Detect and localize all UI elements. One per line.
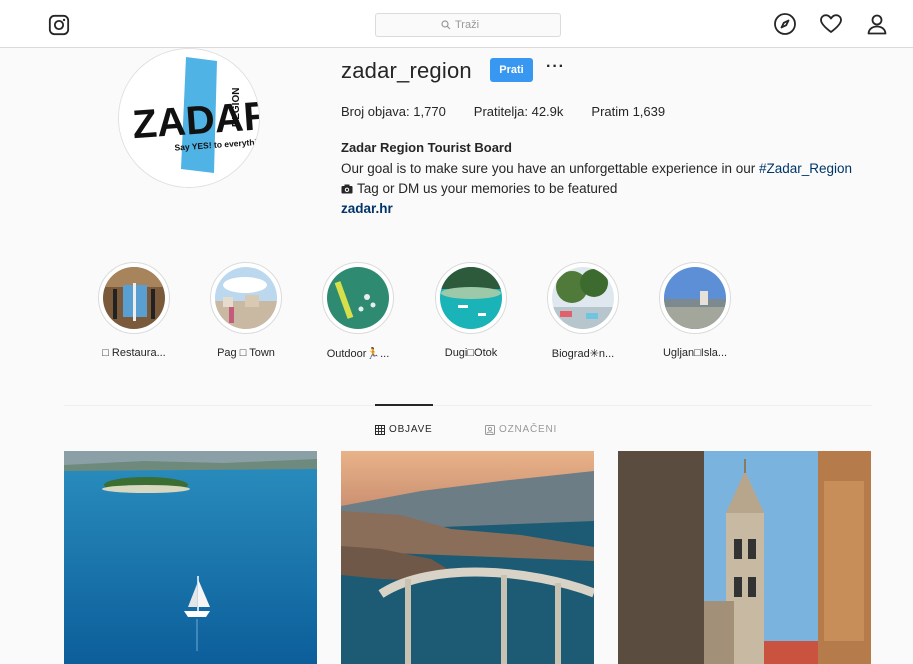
- highlight-cover: [103, 267, 165, 329]
- bio-description-text: Our goal is to make sure you have an unf…: [341, 161, 759, 176]
- highlight-label: Ugljan□Isla...: [662, 347, 728, 359]
- highlight-ugljan[interactable]: Ugljan□Isla...: [650, 262, 740, 359]
- profile-stats: Broj objava: 1,770 Pratitelja: 42.9k Pra…: [341, 104, 693, 119]
- tab-posts-label: OBJAVE: [389, 424, 433, 435]
- highlight-restaurants[interactable]: □ Restaura...: [89, 262, 179, 359]
- highlight-cover: [552, 267, 614, 329]
- followers-count[interactable]: Pratitelja: 42.9k: [474, 104, 564, 119]
- post-thumbnail[interactable]: [341, 451, 594, 664]
- highlight-ring: [210, 262, 282, 334]
- highlight-cover: [327, 267, 389, 329]
- bio-hashtag-link[interactable]: #Zadar_Region: [759, 161, 852, 176]
- profile-avatar[interactable]: ZADAR REGION Say YES! to everything: [118, 48, 260, 188]
- top-nav: [0, 0, 913, 48]
- highlight-label: □ Restaura...: [102, 347, 166, 359]
- user-icon[interactable]: [865, 12, 889, 36]
- post-thumbnail[interactable]: [618, 451, 871, 664]
- follow-button[interactable]: Prati: [490, 58, 533, 82]
- active-tab-indicator: [375, 404, 433, 406]
- highlight-ring: [322, 262, 394, 334]
- camera-icon: [341, 184, 353, 193]
- highlight-label: Biograd✳n...: [551, 348, 615, 360]
- bio-website-link[interactable]: zadar.hr: [341, 201, 393, 216]
- highlight-cover: [440, 267, 502, 329]
- heart-icon[interactable]: [819, 12, 843, 36]
- highlight-pag-town[interactable]: Pag □ Town: [201, 262, 291, 359]
- avatar-region-text: REGION: [231, 88, 242, 127]
- bio-description: Our goal is to make sure you have an unf…: [341, 161, 852, 176]
- highlight-ring: [98, 262, 170, 334]
- grid-icon: [375, 424, 385, 435]
- bio-tag-text: Tag or DM us your memories to be feature…: [357, 181, 618, 196]
- highlight-label: Outdoor🏃...: [326, 348, 390, 360]
- highlight-ring: [435, 262, 507, 334]
- bio-name: Zadar Region Tourist Board: [341, 140, 512, 155]
- following-count[interactable]: Pratim 1,639: [591, 104, 665, 119]
- bio-tag-line: Tag or DM us your memories to be feature…: [341, 181, 617, 196]
- highlight-biograd[interactable]: Biograd✳n...: [538, 262, 628, 360]
- instagram-icon[interactable]: [48, 14, 70, 36]
- highlight-cover: [664, 267, 726, 329]
- post-thumbnail[interactable]: [64, 451, 317, 664]
- compass-icon[interactable]: [773, 12, 797, 36]
- highlight-label: Dugi□Otok: [444, 347, 498, 359]
- tab-tagged[interactable]: OZNAČENI: [485, 424, 557, 435]
- search-box[interactable]: [375, 13, 561, 37]
- tab-posts[interactable]: OBJAVE: [375, 424, 433, 435]
- highlight-outdoor[interactable]: Outdoor🏃...: [313, 262, 403, 360]
- highlight-cover: [215, 267, 277, 329]
- tabs-divider: [64, 405, 872, 406]
- highlight-ring: [659, 262, 731, 334]
- highlight-label: Pag □ Town: [217, 347, 275, 359]
- avatar-logo: ZADAR REGION Say YES! to everything: [119, 49, 259, 187]
- profile-username: zadar_region: [341, 58, 472, 83]
- search-input[interactable]: [455, 19, 495, 31]
- highlight-dugi-otok[interactable]: Dugi□Otok: [426, 262, 516, 359]
- more-options-button[interactable]: ···: [546, 58, 565, 76]
- nav-icons: [773, 12, 889, 36]
- tagged-icon: [485, 424, 495, 435]
- search-icon: [441, 20, 451, 30]
- highlight-ring: [547, 262, 619, 334]
- posts-count: Broj objava: 1,770: [341, 104, 446, 119]
- tab-tagged-label: OZNAČENI: [499, 424, 558, 435]
